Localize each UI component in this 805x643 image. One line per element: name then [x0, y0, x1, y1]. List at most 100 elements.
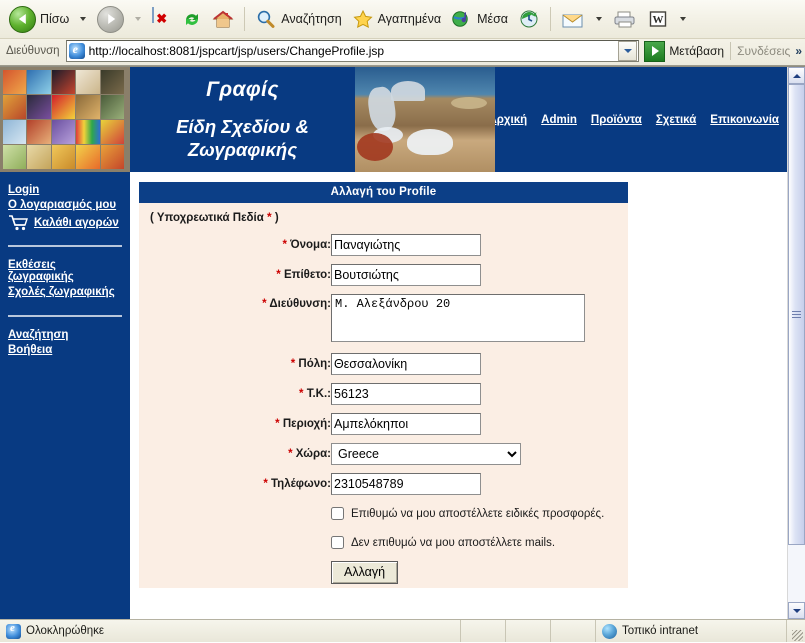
required-note-prefix: ( Υποχρεωτικά Πεδία	[150, 212, 267, 224]
go-label: Μετάβαση	[669, 44, 725, 58]
status-slot-3	[551, 620, 596, 642]
favorites-button[interactable]: Αγαπημένα	[347, 3, 446, 35]
page-vertical-scrollbar[interactable]	[787, 67, 805, 619]
nomail-checkbox-row: Δεν επιθυμώ να μου αποστέλλετε mails.	[331, 532, 628, 553]
form-row-submit: Αλλαγή	[139, 557, 628, 588]
stop-icon: ✖	[152, 7, 172, 30]
sidebar-item-cart[interactable]: Καλάθι αγορών	[8, 215, 122, 231]
back-dropdown-icon[interactable]	[80, 17, 87, 21]
label-lastname-text: Επίθετο:	[283, 269, 331, 281]
form-row-address: * Διεύθυνση: Μ. Αλεξάνδρου 20	[139, 290, 628, 349]
media-label: Μέσα	[477, 12, 509, 26]
nomail-checkbox[interactable]	[331, 536, 344, 549]
ie-page-icon	[68, 42, 85, 59]
banner-blue-area: Γραφίς Είδη Σχεδίου & Ζωγραφικής Αρχική …	[130, 67, 787, 172]
label-city-text: Πόλη:	[298, 358, 331, 370]
favorites-label: Αγαπημένα	[377, 12, 442, 26]
sidebar-item-exhibitions[interactable]: Εκθέσεις ζωγραφικής	[8, 259, 122, 283]
form-row-zip: * Τ.Κ.:	[139, 379, 628, 409]
zip-input[interactable]	[331, 383, 481, 405]
security-zone[interactable]: Τοπικό intranet	[596, 620, 787, 642]
address-input[interactable]: http://localhost:8081/jspcart/jsp/users/…	[65, 40, 640, 62]
go-button[interactable]: Μετάβαση	[644, 40, 725, 62]
stop-button[interactable]: ✖	[147, 3, 177, 35]
ie-status-icon	[6, 622, 21, 639]
lastname-input[interactable]	[331, 264, 481, 286]
nav-item-products[interactable]: Προϊόντα	[591, 114, 642, 126]
sidebar-item-search[interactable]: Αναζήτηση	[8, 329, 122, 341]
edit-dropdown-icon[interactable]	[680, 17, 687, 21]
banner-artwork-image	[355, 67, 495, 172]
required-star: *	[276, 269, 281, 281]
mail-button[interactable]	[556, 3, 590, 35]
phone-input[interactable]	[331, 473, 481, 495]
search-label: Αναζήτηση	[281, 12, 342, 26]
resize-grip[interactable]	[787, 619, 805, 643]
label-address: * Διεύθυνση:	[139, 290, 331, 349]
site-title: Γραφίς Είδη Σχεδίου & Ζωγραφικής	[130, 67, 355, 172]
status-bar: Ολοκληρώθηκε Τοπικό intranet	[0, 619, 805, 642]
back-label: Πίσω	[40, 12, 70, 26]
refresh-button[interactable]	[177, 3, 207, 35]
required-star: *	[288, 448, 293, 460]
label-zip-text: Τ.Κ.:	[306, 388, 331, 400]
sidebar-item-my-account[interactable]: Ο λογαριασμός μου	[8, 199, 122, 211]
sidebar-cart-label[interactable]: Καλάθι αγορών	[34, 217, 119, 229]
panel-title: Αλλαγή του Profile	[139, 182, 628, 203]
sidebar: Login Ο λογαριασμός μου Καλάθι αγορών Εκ…	[0, 172, 130, 619]
scroll-down-button[interactable]	[788, 602, 805, 619]
address-dropdown-button[interactable]	[618, 41, 638, 61]
sidebar-item-login[interactable]: Login	[8, 184, 122, 196]
address-textarea[interactable]: Μ. Αλεξάνδρου 20	[331, 294, 585, 342]
print-button[interactable]	[608, 3, 642, 35]
status-slot-1	[461, 620, 506, 642]
scrollbar-track[interactable]	[788, 84, 805, 602]
sidebar-divider-1	[8, 245, 122, 247]
site-title-line3: Ζωγραφικής	[187, 139, 298, 160]
toolbar-overflow-icon[interactable]: »	[795, 44, 802, 58]
word-edit-icon: W	[647, 9, 669, 29]
search-button[interactable]: Αναζήτηση	[250, 3, 346, 35]
print-icon	[613, 9, 637, 29]
address-label: Διεύθυνση	[6, 45, 60, 57]
links-label[interactable]: Συνδέσεις	[737, 44, 790, 58]
firstname-input[interactable]	[331, 234, 481, 256]
label-phone: * Τηλέφωνο:	[139, 469, 331, 499]
city-input[interactable]	[331, 353, 481, 375]
required-star: *	[282, 239, 287, 251]
submit-change-button[interactable]: Αλλαγή	[331, 561, 399, 584]
media-button[interactable]: Μέσα	[446, 3, 513, 35]
scrollbar-thumb[interactable]	[788, 84, 805, 546]
history-button[interactable]	[513, 3, 545, 35]
form-row-area: * Περιοχή:	[139, 409, 628, 439]
star-icon	[352, 9, 374, 29]
nav-item-admin[interactable]: Admin	[541, 114, 577, 126]
form-row-nomail-checkbox: Δεν επιθυμώ να μου αποστέλλετε mails.	[139, 528, 628, 557]
area-input[interactable]	[331, 413, 481, 435]
form-row-city: * Πόλη:	[139, 349, 628, 379]
security-zone-label: Τοπικό intranet	[622, 625, 699, 637]
address-url-text: http://localhost:8081/jspcart/jsp/users/…	[88, 44, 385, 58]
edit-button[interactable]: W	[642, 3, 674, 35]
sidebar-item-schools[interactable]: Σχολές ζωγραφικής	[8, 286, 122, 298]
label-area-text: Περιοχή:	[282, 418, 331, 430]
media-icon	[451, 9, 473, 29]
profile-form: * Όνομα: * Επίθετο: * Διεύθυνση: Μ. Αλεξ…	[139, 230, 628, 588]
forward-button	[92, 3, 129, 35]
scroll-up-button[interactable]	[788, 67, 805, 84]
home-button[interactable]	[207, 3, 239, 35]
back-button[interactable]: Πίσω	[4, 3, 74, 35]
mail-dropdown-icon[interactable]	[596, 17, 603, 21]
country-select[interactable]: Greece	[331, 443, 521, 465]
label-firstname: * Όνομα:	[139, 230, 331, 260]
site-title-line1: Γραφίς	[206, 77, 279, 101]
search-icon	[255, 9, 277, 29]
nav-item-about[interactable]: Σχετικά	[656, 114, 696, 126]
offers-checkbox[interactable]	[331, 507, 344, 520]
forward-icon	[97, 5, 125, 33]
nav-item-contact[interactable]: Επικοινωνία	[710, 114, 779, 126]
required-star: *	[263, 478, 268, 490]
globe-icon	[602, 623, 617, 639]
sidebar-item-help[interactable]: Βοήθεια	[8, 344, 122, 356]
status-text: Ολοκληρώθηκε	[26, 625, 105, 637]
